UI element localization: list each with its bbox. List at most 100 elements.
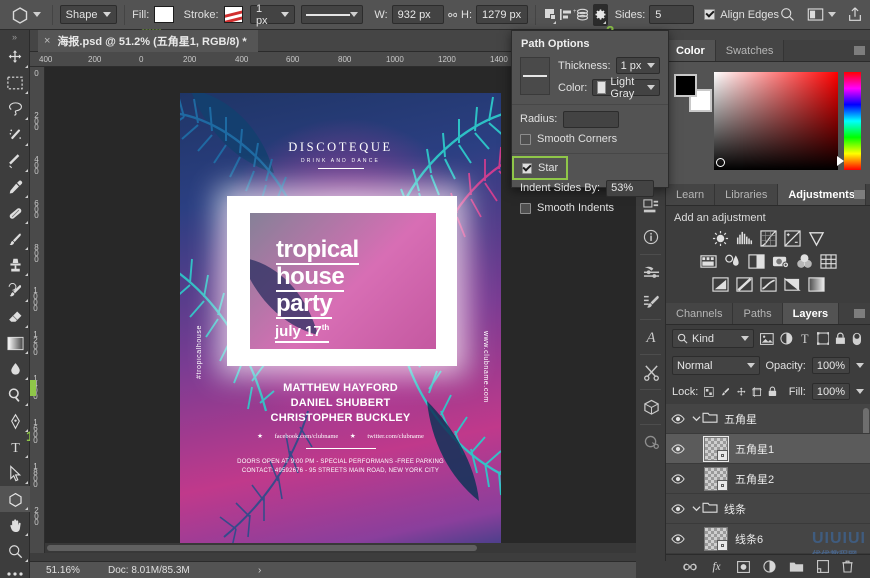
tab-swatches[interactable]: Swatches: [716, 40, 785, 61]
thickness-select[interactable]: 1 px: [616, 57, 660, 74]
rail-item-glyphs[interactable]: A: [636, 322, 666, 352]
fill-swatch[interactable]: [154, 6, 173, 23]
filter-toggle-icon[interactable]: [852, 332, 862, 346]
new-group-icon[interactable]: [789, 561, 804, 573]
canvas-horizontal-scrollbar[interactable]: [45, 543, 636, 553]
tool-object-selection[interactable]: [0, 122, 30, 148]
hue-slider-handle[interactable]: [837, 156, 844, 166]
lock-artboard-icon[interactable]: [752, 386, 762, 398]
rail-item-brushes[interactable]: [636, 287, 666, 317]
path-operations-button[interactable]: [543, 4, 558, 26]
tool-crop[interactable]: [0, 148, 30, 174]
tool-move[interactable]: [0, 44, 30, 70]
tool-hand[interactable]: [0, 512, 30, 538]
path-color-select[interactable]: Light Gray: [592, 79, 660, 96]
status-expand-arrow[interactable]: ›: [258, 565, 261, 576]
rail-item-paths-extra[interactable]: [636, 427, 666, 457]
layer-style-fx-icon[interactable]: fx: [710, 560, 724, 573]
tool-marquee[interactable]: [0, 70, 30, 96]
chevron-down-icon[interactable]: [856, 363, 864, 368]
visibility-toggle[interactable]: [666, 444, 690, 454]
rail-item-3d[interactable]: [636, 392, 666, 422]
fill-input[interactable]: 100%: [812, 383, 850, 400]
tool-more[interactable]: [0, 564, 30, 578]
exposure-icon[interactable]: [784, 230, 801, 247]
width-input[interactable]: 932 px: [392, 5, 444, 24]
hue-saturation-icon[interactable]: [700, 253, 717, 270]
panel-menu-icon[interactable]: [854, 46, 865, 55]
pixel-filter-icon[interactable]: [760, 333, 774, 345]
layer-row-group-2[interactable]: 线条: [666, 494, 870, 524]
chevron-down-icon[interactable]: [33, 12, 41, 17]
type-filter-icon[interactable]: T: [799, 332, 811, 345]
threshold-icon[interactable]: [760, 276, 777, 293]
group-expand-toggle[interactable]: [690, 415, 702, 422]
chevron-down-icon[interactable]: [828, 12, 836, 17]
new-adjustment-icon[interactable]: [763, 560, 776, 573]
color-balance-icon[interactable]: [724, 253, 741, 270]
brightness-contrast-icon[interactable]: [712, 230, 729, 247]
visibility-toggle[interactable]: [666, 534, 690, 544]
scrollbar-thumb[interactable]: [47, 545, 477, 551]
tool-clone-stamp[interactable]: [0, 252, 30, 278]
tool-dodge[interactable]: [0, 382, 30, 408]
visibility-toggle[interactable]: [666, 414, 690, 424]
toolbar-expand-handle[interactable]: »: [0, 30, 29, 44]
shape-filter-icon[interactable]: [817, 332, 830, 345]
tool-history-brush[interactable]: [0, 278, 30, 304]
tab-layers[interactable]: Layers: [783, 303, 839, 324]
layer-thumbnail[interactable]: [704, 467, 728, 491]
tool-pen[interactable]: [0, 408, 30, 434]
tool-type[interactable]: T: [0, 434, 30, 460]
new-layer-icon[interactable]: [817, 560, 829, 573]
layer-thumbnail[interactable]: [704, 527, 728, 551]
group-expand-toggle[interactable]: [690, 505, 702, 512]
tool-blur[interactable]: [0, 356, 30, 382]
link-layers-icon[interactable]: [683, 562, 697, 572]
lock-all-icon[interactable]: [768, 385, 777, 398]
tab-adjustments[interactable]: Adjustments: [778, 184, 866, 205]
rail-item-info[interactable]: [636, 222, 666, 252]
tool-gradient[interactable]: [0, 330, 30, 356]
posterize-icon[interactable]: [736, 276, 753, 293]
layer-row-shape-1[interactable]: 五角星1: [666, 434, 870, 464]
levels-icon[interactable]: [736, 230, 753, 247]
color-picker-handle[interactable]: [716, 158, 725, 167]
smooth-indents-row[interactable]: Smooth Indents: [512, 198, 668, 218]
invert-icon[interactable]: [712, 276, 729, 293]
hue-slider[interactable]: [844, 72, 861, 170]
document-tab[interactable]: × 海报.psd @ 51.2% (五角星1, RGB/8) *: [38, 30, 258, 52]
layer-row-group-1[interactable]: 五角星: [666, 404, 870, 434]
indent-input[interactable]: 53%: [606, 180, 654, 197]
vibrance-icon[interactable]: [808, 230, 825, 247]
workspace-switcher-icon[interactable]: [807, 7, 824, 22]
tool-eraser[interactable]: [0, 304, 30, 330]
visibility-toggle[interactable]: [666, 474, 690, 484]
opacity-input[interactable]: 100%: [812, 357, 850, 374]
share-icon[interactable]: [847, 6, 863, 23]
vertical-ruler[interactable]: 0 200 400 600 800 1000 1200 1400 1600 18…: [30, 67, 45, 553]
adjustment-filter-icon[interactable]: [780, 332, 793, 345]
sides-input[interactable]: 5: [649, 5, 694, 24]
layer-kind-filter[interactable]: Kind: [672, 329, 754, 348]
tool-brush[interactable]: [0, 226, 30, 252]
close-icon[interactable]: ×: [44, 35, 50, 47]
lock-position-icon[interactable]: [736, 386, 747, 398]
color-lookup-icon[interactable]: [820, 253, 837, 270]
poster-artwork[interactable]: DISCOTEQUE DRINK AND DANCE tropical hous…: [180, 93, 501, 553]
channel-mixer-icon[interactable]: [796, 253, 813, 270]
lock-image-icon[interactable]: [720, 386, 730, 398]
photo-filter-icon[interactable]: [772, 253, 789, 270]
geometry-options-button[interactable]: [593, 4, 608, 26]
rail-item-actions[interactable]: [636, 357, 666, 387]
tool-preset-picker[interactable]: [6, 5, 45, 25]
tab-libraries[interactable]: Libraries: [715, 184, 778, 205]
smart-object-filter-icon[interactable]: [835, 332, 846, 345]
panel-menu-icon[interactable]: [854, 309, 865, 318]
layer-thumbnail[interactable]: [704, 437, 728, 461]
tab-learn[interactable]: Learn: [666, 184, 715, 205]
layers-list[interactable]: 五角星 五角星1: [666, 404, 870, 576]
black-white-icon[interactable]: [748, 253, 765, 270]
tab-channels[interactable]: Channels: [666, 303, 733, 324]
chevron-down-icon[interactable]: [856, 389, 864, 394]
